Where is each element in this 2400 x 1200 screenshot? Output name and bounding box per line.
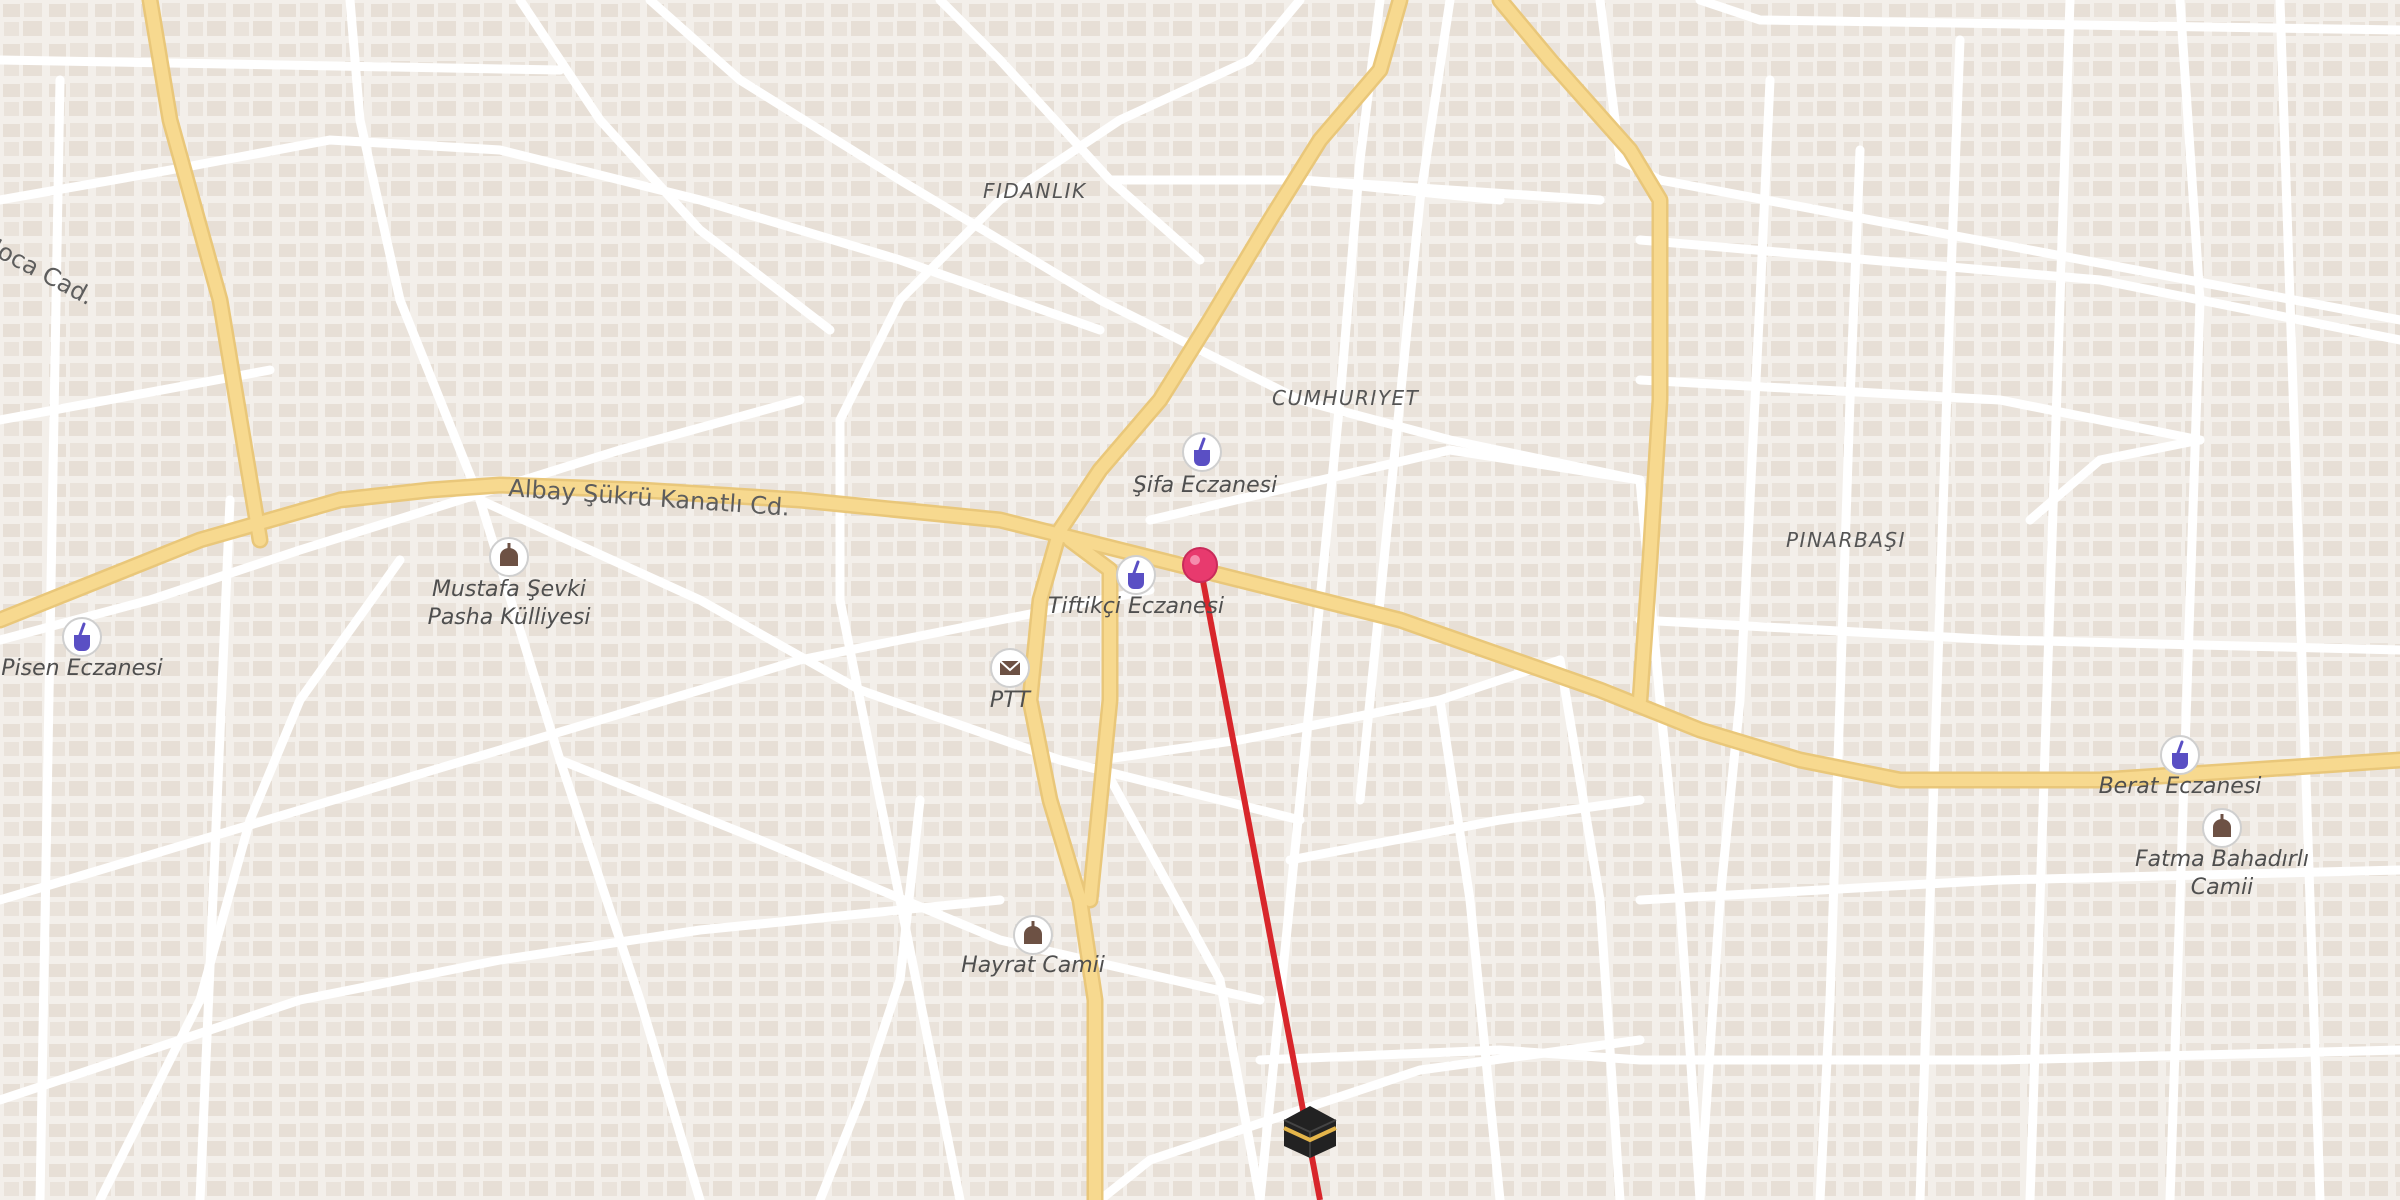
poi-label: Berat Eczanesi bbox=[2099, 774, 2262, 799]
map-canvas[interactable]: FIDANLIK CUMHURIYET PINARBAŞI Albay Şükr… bbox=[0, 0, 2400, 1200]
pharmacy-icon bbox=[1182, 432, 1222, 472]
poi-label: Pisen Eczanesi bbox=[1, 656, 162, 681]
poi-label: Pasha Külliyesi bbox=[428, 605, 591, 630]
mail-icon bbox=[990, 648, 1030, 688]
location-pin-icon[interactable] bbox=[1182, 547, 1218, 583]
pharmacy-icon bbox=[2160, 735, 2200, 775]
poi-label: Tiftikçi Eczanesi bbox=[1048, 594, 1224, 619]
district-label-cumhuriyet: CUMHURIYET bbox=[1272, 386, 1420, 410]
poi-label: Fatma Bahadırlı bbox=[2135, 847, 2309, 872]
poi-label: PTT bbox=[990, 688, 1032, 713]
district-label-pinarbasi: PINARBAŞI bbox=[1786, 528, 1906, 552]
district-label-fidanlik: FIDANLIK bbox=[983, 179, 1087, 203]
poi-label: Şifa Eczanesi bbox=[1133, 473, 1277, 498]
mosque-icon bbox=[489, 537, 529, 577]
poi-label: Hayrat Camii bbox=[961, 953, 1105, 978]
pharmacy-icon bbox=[1116, 555, 1156, 595]
mosque-icon bbox=[1013, 915, 1053, 955]
mosque-icon bbox=[2202, 808, 2242, 848]
poi-label: Mustafa Şevki bbox=[432, 577, 586, 602]
pharmacy-icon bbox=[62, 617, 102, 657]
poi-label: Camii bbox=[2191, 875, 2254, 900]
